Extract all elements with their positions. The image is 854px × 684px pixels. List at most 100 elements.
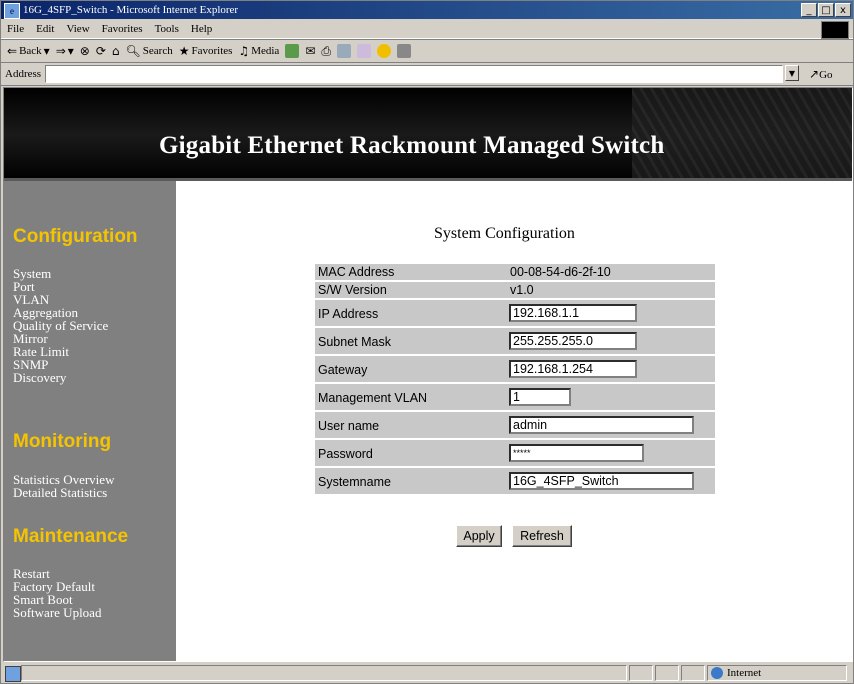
row-mac-address: MAC Address 00-08-54-d6-2f-10	[315, 264, 715, 282]
refresh-button[interactable]: Refresh	[512, 525, 572, 547]
chevron-down-icon: ▾	[67, 44, 74, 58]
window-title: 16G_4SFP_Switch - Microsoft Internet Exp…	[23, 4, 239, 16]
systemname-input[interactable]	[509, 472, 694, 490]
stop-button[interactable]: ⊗	[80, 40, 90, 62]
status-text-pane	[21, 665, 627, 681]
back-arrow-icon: ⇐	[7, 44, 18, 58]
subnet-mask-label: Subnet Mask	[318, 335, 391, 349]
address-dropdown-button[interactable]: ▼	[785, 65, 799, 81]
row-user-name: User name	[315, 412, 715, 440]
page-title: System Configuration	[434, 225, 575, 242]
sidebar: Configuration System Port VLAN Aggregati…	[4, 181, 176, 661]
address-bar: Address ▼ ↗Go	[1, 63, 853, 86]
minimize-button[interactable]: _	[801, 3, 817, 17]
history-button[interactable]	[285, 44, 300, 58]
address-input[interactable]	[45, 65, 783, 83]
star-icon: ★	[178, 44, 190, 58]
search-icon: 🔍︎	[125, 44, 141, 58]
globe-icon	[711, 667, 723, 680]
forward-button[interactable]: ⇒ ▾	[56, 40, 74, 62]
ip-address-input[interactable]	[509, 304, 637, 322]
favorites-button[interactable]: ★ Favorites	[179, 40, 233, 62]
history-icon	[285, 44, 300, 58]
menu-favorites[interactable]: Favorites	[102, 23, 143, 35]
browser-window: e 16G_4SFP_Switch - Microsoft Internet E…	[0, 0, 854, 684]
status-pane-1	[629, 665, 653, 681]
windows-logo-icon	[821, 21, 849, 39]
title-bar: e 16G_4SFP_Switch - Microsoft Internet E…	[1, 1, 853, 19]
management-vlan-label: Management VLAN	[318, 391, 428, 405]
messenger-button[interactable]	[376, 44, 391, 58]
back-button[interactable]: ⇐ Back ▾	[7, 40, 50, 62]
home-button[interactable]: ⌂	[112, 40, 120, 62]
favorites-label: Favorites	[191, 45, 233, 57]
zone-indicator: Internet	[711, 663, 761, 683]
ip-address-label: IP Address	[318, 307, 379, 321]
print-button[interactable]: ⎙	[321, 40, 331, 62]
user-name-input[interactable]	[509, 416, 694, 434]
nav-software-upload[interactable]: Software Upload	[13, 606, 101, 619]
subnet-mask-input[interactable]	[509, 332, 637, 350]
menu-tools[interactable]: Tools	[155, 23, 179, 35]
go-button[interactable]: ↗Go	[809, 63, 833, 86]
menu-help[interactable]: Help	[191, 23, 212, 35]
refresh-nav-button[interactable]: ⟳	[96, 40, 106, 62]
section-configuration: Configuration	[13, 226, 138, 247]
nav-detailed-statistics[interactable]: Detailed Statistics	[13, 486, 107, 499]
chevron-down-icon: ▾	[43, 44, 50, 58]
discuss-icon	[356, 44, 371, 58]
edit-icon	[336, 44, 351, 58]
gateway-input[interactable]	[509, 360, 637, 378]
management-vlan-input[interactable]	[509, 388, 571, 406]
zone-label: Internet	[727, 667, 762, 679]
toolbar: ⇐ Back ▾ ⇒ ▾ ⊗ ⟳ ⌂ 🔍︎ Search ★ Favorites ♫ Med…	[1, 39, 853, 63]
search-button[interactable]: 🔍︎ Search	[126, 40, 173, 62]
go-label: Go	[819, 69, 833, 81]
row-ip-address: IP Address	[315, 300, 715, 328]
home-icon: ⌂	[111, 44, 120, 58]
maximize-button[interactable]: □	[818, 3, 834, 17]
menu-file[interactable]: File	[7, 23, 24, 35]
status-bar: Internet	[1, 663, 853, 683]
row-management-vlan: Management VLAN	[315, 384, 715, 412]
password-input[interactable]	[509, 444, 644, 462]
go-arrow-icon: ↗	[809, 67, 820, 81]
user-name-label: User name	[318, 419, 380, 433]
page-status-icon	[5, 666, 21, 682]
mail-icon: ✉	[305, 44, 316, 58]
address-label: Address	[5, 68, 42, 80]
refresh-icon: ⟳	[95, 44, 106, 58]
banner-switch-graphic	[632, 88, 852, 178]
mac-address-label: MAC Address	[318, 265, 395, 279]
ie-icon: e	[4, 3, 20, 19]
media-button[interactable]: ♫ Media	[238, 40, 279, 62]
apply-button[interactable]: Apply	[456, 525, 502, 547]
banner-title: Gigabit Ethernet Rackmount Managed Switc…	[159, 132, 665, 159]
banner: Gigabit Ethernet Rackmount Managed Switc…	[4, 88, 852, 181]
gateway-label: Gateway	[318, 363, 368, 377]
search-label: Search	[142, 45, 173, 57]
sw-version-value: v1.0	[510, 283, 534, 297]
edit-button[interactable]	[336, 44, 351, 58]
messenger-icon	[376, 44, 391, 58]
stop-icon: ⊗	[79, 44, 90, 58]
discuss-button[interactable]	[356, 44, 371, 58]
back-label: Back	[19, 45, 42, 57]
nav-discovery[interactable]: Discovery	[13, 371, 66, 384]
row-gateway: Gateway	[315, 356, 715, 384]
sw-version-label: S/W Version	[318, 283, 387, 297]
forward-arrow-icon: ⇒	[55, 44, 66, 58]
status-pane-2	[655, 665, 679, 681]
close-button[interactable]: x	[835, 3, 851, 17]
menu-edit[interactable]: Edit	[36, 23, 54, 35]
mail-button[interactable]: ✉	[305, 40, 315, 62]
extra-button[interactable]	[396, 44, 411, 58]
row-sw-version: S/W Version v1.0	[315, 282, 715, 300]
menu-view[interactable]: View	[66, 23, 89, 35]
systemname-label: Systemname	[318, 475, 391, 489]
extra-icon	[396, 44, 411, 58]
row-systemname: Systemname	[315, 468, 715, 496]
row-subnet-mask: Subnet Mask	[315, 328, 715, 356]
section-maintenance: Maintenance	[13, 526, 129, 547]
row-password: Password	[315, 440, 715, 468]
